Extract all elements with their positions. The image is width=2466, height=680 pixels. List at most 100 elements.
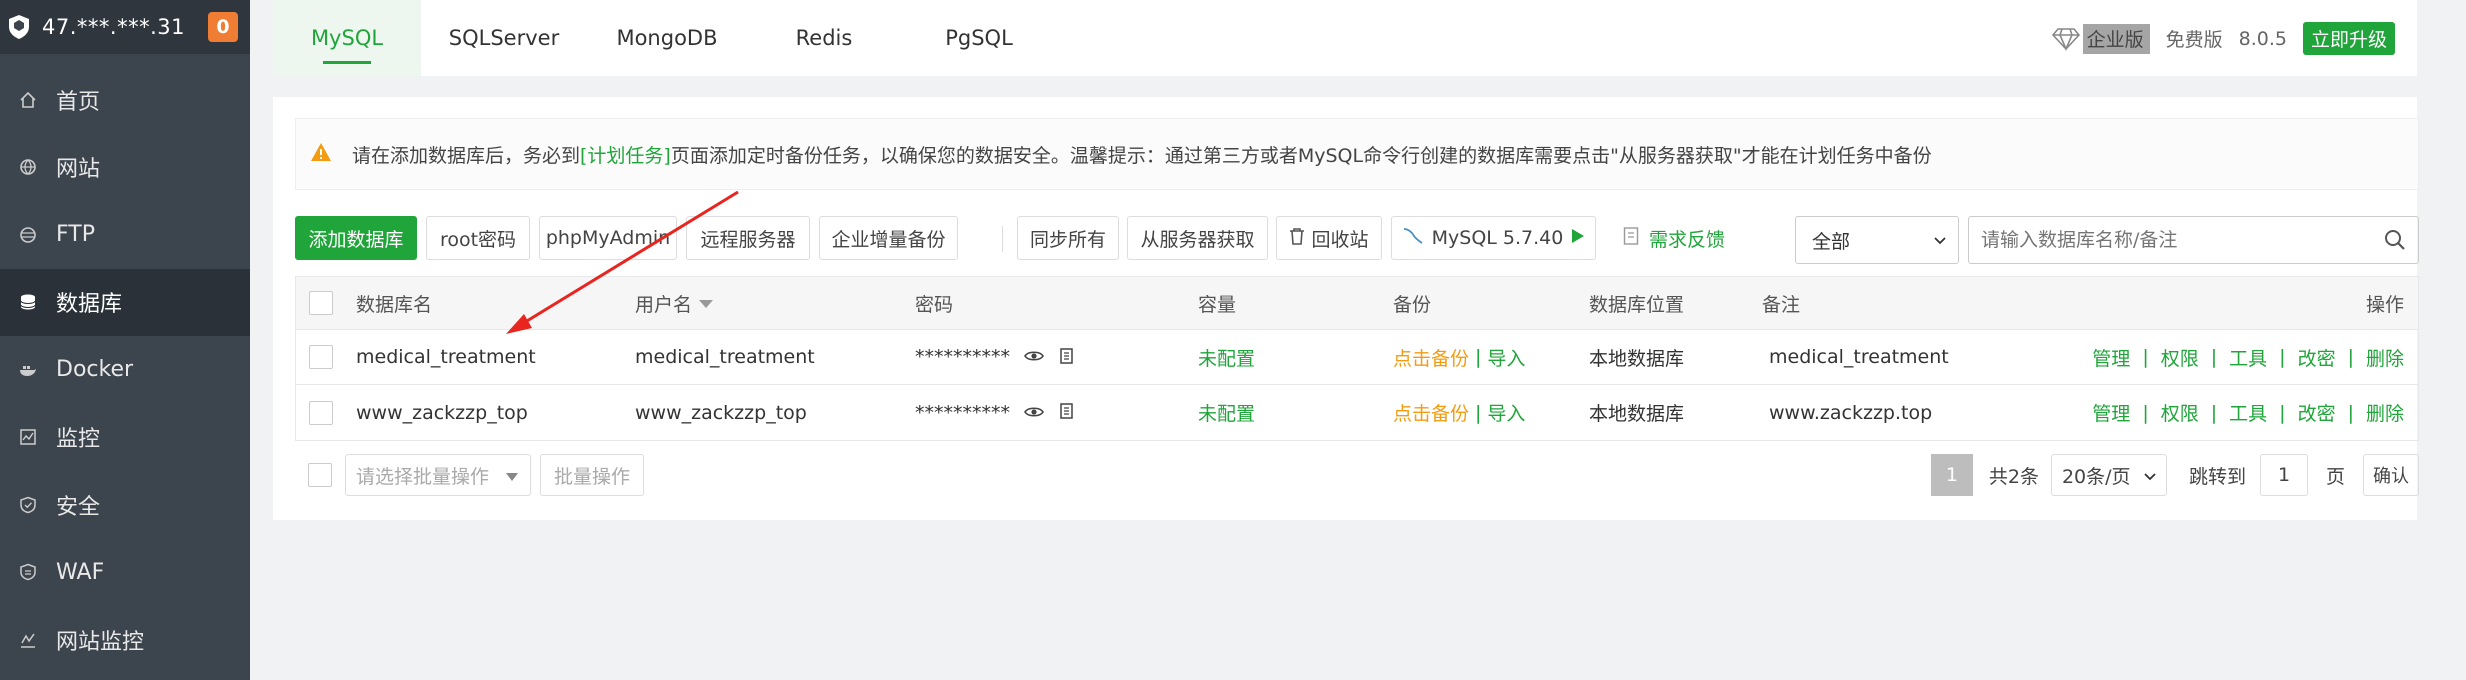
jump-confirm-button[interactable]: 确认 [2363, 454, 2419, 496]
batch-operation-select[interactable]: 请选择批量操作 [345, 454, 531, 496]
toolbar-divider [1002, 226, 1003, 252]
tab-sqlserver[interactable]: SQLServer [421, 0, 587, 76]
header-username[interactable]: 用户名 [635, 277, 714, 329]
permission-link[interactable]: 权限 [2161, 399, 2199, 426]
permission-link[interactable]: 权限 [2161, 344, 2199, 371]
sidebar-item-site-monitor[interactable]: 网站监控 [0, 606, 250, 674]
category-filter-value: 全部 [1812, 230, 1851, 253]
header-location: 数据库位置 [1589, 293, 1685, 316]
home-icon [18, 90, 38, 110]
eye-icon[interactable] [1024, 346, 1044, 368]
message-badge[interactable]: 0 [208, 12, 238, 42]
eye-icon[interactable] [1024, 402, 1044, 424]
separator: | [2279, 346, 2286, 368]
backup-actions: 点击备份 | 导入 [1393, 330, 1525, 384]
tools-link[interactable]: 工具 [2229, 399, 2267, 426]
root-password-button[interactable]: root密码 [426, 216, 530, 260]
separator: | [2347, 346, 2354, 368]
sidebar-item-home[interactable]: 首页 [0, 66, 250, 134]
capacity-status[interactable]: 未配置 [1198, 330, 1255, 384]
import-link[interactable]: 导入 [1487, 399, 1525, 426]
db-password: ********** [915, 385, 1074, 440]
header-db-name[interactable]: 数据库名 [356, 277, 432, 329]
separator: | [2142, 401, 2149, 424]
sync-all-button[interactable]: 同步所有 [1017, 216, 1119, 260]
waf-icon [18, 562, 38, 582]
search-input[interactable] [1981, 229, 2371, 251]
caret-down-icon [504, 467, 520, 489]
delete-link[interactable]: 删除 [2366, 399, 2404, 426]
feedback-label: 需求反馈 [1649, 228, 1726, 251]
sort-down-icon [698, 292, 714, 314]
copy-icon[interactable] [1058, 346, 1074, 369]
sidebar-item-website[interactable]: 网站 [0, 134, 250, 202]
remote-server-button[interactable]: 远程服务器 [686, 216, 810, 260]
tab-pgsql[interactable]: PgSQL [901, 0, 1057, 76]
db-remark[interactable]: medical_treatment [1769, 330, 1949, 384]
db-remark[interactable]: www.zackzzp.top [1769, 385, 1932, 440]
import-link[interactable]: 导入 [1487, 344, 1525, 371]
delete-link[interactable]: 删除 [2366, 344, 2404, 371]
phpmyadmin-button[interactable]: phpMyAdmin [539, 216, 677, 260]
database-icon [18, 292, 38, 312]
site-monitor-icon [18, 630, 38, 650]
recycle-bin-button[interactable]: 回收站 [1276, 216, 1382, 260]
backup-notice: 请在添加数据库后，务必到 [计划任务] 页面添加定时备份任务，以确保您的数据安全。温… [295, 118, 2419, 190]
server-host: 47.***.***.31 [42, 15, 185, 39]
select-all-checkbox[interactable] [309, 277, 333, 329]
jump-page-input[interactable]: 1 [2259, 454, 2308, 496]
mysql-dolphin-icon [1402, 226, 1424, 251]
toolbar: 添加数据库 root密码 phpMyAdmin 远程服务器 企业增量备份 同步所… [295, 216, 2419, 264]
db-location: 本地数据库 [1589, 347, 1685, 370]
backup-link[interactable]: 点击备份 [1393, 344, 1469, 371]
copy-icon[interactable] [1058, 401, 1074, 424]
backup-link[interactable]: 点击备份 [1393, 399, 1469, 426]
category-filter-select[interactable]: 全部 [1795, 216, 1959, 264]
upgrade-button[interactable]: 立即升级 [2302, 22, 2395, 55]
row-checkbox[interactable] [309, 330, 333, 384]
change-password-link[interactable]: 改密 [2298, 399, 2336, 426]
sidebar-item-label: FTP [56, 222, 95, 248]
tab-mysql[interactable]: MySQL [273, 0, 421, 76]
sidebar-item-label: 网站监控 [56, 629, 145, 655]
sidebar-item-monitor[interactable]: 监控 [0, 404, 250, 472]
enterprise-label: 企业版 [2086, 29, 2144, 51]
page-size-select[interactable]: 20条/页 [2050, 454, 2167, 496]
manage-link[interactable]: 管理 [2092, 399, 2130, 426]
tab-redis[interactable]: Redis [747, 0, 901, 76]
fetch-from-server-button[interactable]: 从服务器获取 [1127, 216, 1268, 260]
batch-operation-button[interactable]: 批量操作 [540, 454, 644, 496]
feedback-link[interactable]: 需求反馈 [1623, 216, 1725, 260]
trash-icon [1289, 227, 1305, 250]
capacity-status[interactable]: 未配置 [1198, 385, 1255, 440]
sidebar-item-label: 网站 [56, 157, 101, 183]
tab-mongodb[interactable]: MongoDB [587, 0, 747, 76]
sidebar-item-docker[interactable]: Docker [0, 336, 250, 404]
sidebar-item-waf[interactable]: WAF [0, 539, 250, 607]
diamond-icon [2044, 23, 2083, 54]
shield-logo-icon [4, 12, 34, 42]
change-password-link[interactable]: 改密 [2298, 344, 2336, 371]
version-info: 企业版 免费版 8.0.5 立即升级 [2044, 22, 2395, 55]
incremental-backup-button[interactable]: 企业增量备份 [819, 216, 958, 260]
notice-text-before: 请在添加数据库后，务必到 [352, 144, 581, 167]
footer-select-checkbox[interactable] [308, 463, 332, 487]
mysql-version-button[interactable]: MySQL 5.7.40 [1391, 216, 1596, 260]
add-database-button[interactable]: 添加数据库 [295, 216, 417, 260]
db-name: www_zackzzp_top [356, 401, 528, 424]
enterprise-edition-badge[interactable]: 企业版 [2044, 23, 2150, 54]
page-current[interactable]: 1 [1930, 454, 1973, 496]
tools-link[interactable]: 工具 [2229, 344, 2267, 371]
table-header-row: 数据库名 用户名 密码 容量 备份 数据库位置 备注 操作 [296, 277, 2418, 330]
manage-link[interactable]: 管理 [2092, 344, 2130, 371]
batch-operation-placeholder: 请选择批量操作 [356, 465, 490, 488]
cron-task-link[interactable]: [计划任务] [580, 141, 671, 168]
sidebar-item-ftp[interactable]: FTP [0, 201, 250, 269]
monitor-icon [18, 427, 38, 447]
sidebar-item-security[interactable]: 安全 [0, 471, 250, 539]
notice-text-after: 页面添加定时备份任务，以确保您的数据安全。温馨提示：通过第三方或者MySQL命令… [670, 144, 1932, 167]
search-icon[interactable] [2384, 229, 2406, 256]
row-checkbox[interactable] [309, 385, 333, 440]
page-size-value: 20条/页 [2061, 465, 2131, 488]
sidebar-item-database[interactable]: 数据库 [0, 268, 250, 336]
